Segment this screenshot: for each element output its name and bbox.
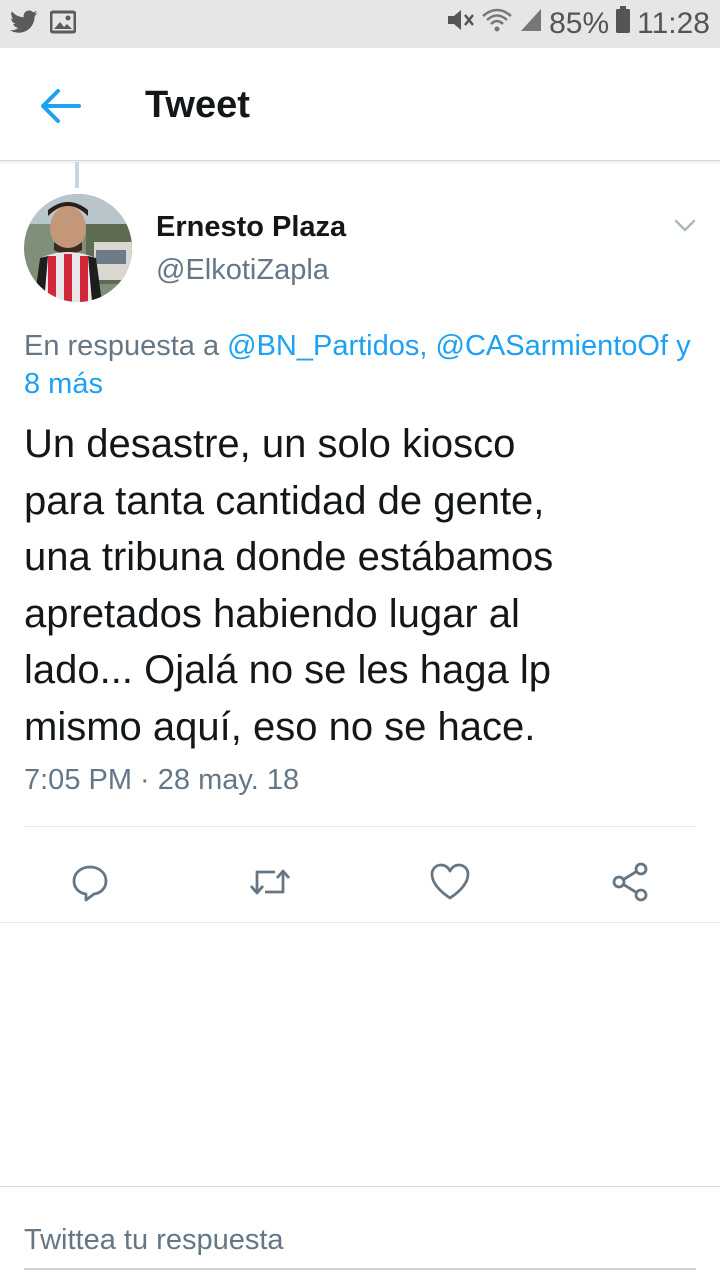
share-button[interactable] bbox=[600, 852, 660, 912]
status-bar-right: 85% 11:28 bbox=[445, 6, 710, 42]
reply-icon bbox=[72, 865, 108, 902]
reply-input[interactable] bbox=[24, 1212, 696, 1270]
avatar[interactable] bbox=[24, 194, 132, 302]
avatar-photo bbox=[24, 194, 132, 302]
back-arrow-icon bbox=[41, 89, 81, 123]
retweet-button[interactable] bbox=[240, 852, 300, 912]
tweet-text-line: mismo aquí, eso no se hace. bbox=[24, 704, 536, 749]
tweet-actions bbox=[0, 840, 720, 912]
divider bbox=[0, 922, 720, 923]
more-mentions-link[interactable]: 8 más bbox=[24, 368, 103, 400]
mute-icon bbox=[445, 6, 475, 42]
thread-connector bbox=[75, 162, 79, 188]
author-handle[interactable]: @ElkotiZapla bbox=[156, 254, 329, 287]
image-icon bbox=[49, 10, 77, 39]
tweet-text-line: para tanta cantidad de gente, bbox=[24, 478, 545, 523]
tweet-text-line: una tribuna donde estábamos bbox=[24, 535, 554, 579]
twitter-icon bbox=[10, 9, 38, 39]
tweet-text-line: lado... Ojalá no se les haga lp bbox=[24, 648, 552, 692]
like-button[interactable] bbox=[420, 852, 480, 912]
battery-icon bbox=[615, 6, 631, 42]
chevron-down-icon bbox=[674, 219, 696, 232]
tweet-text-line: Un desastre, un solo kiosco bbox=[24, 422, 516, 466]
reply-context: En respuesta a @BN_Partidos, @CASarmient… bbox=[24, 327, 704, 403]
signal-icon bbox=[519, 7, 543, 41]
status-bar: 85% 11:28 bbox=[0, 0, 720, 48]
like-icon bbox=[430, 863, 470, 900]
more-options-button[interactable] bbox=[670, 212, 700, 238]
divider bbox=[0, 1186, 720, 1187]
page-title: Tweet bbox=[145, 84, 250, 126]
tweet-text-line: apretados habiendo lugar al bbox=[24, 591, 520, 636]
divider bbox=[24, 826, 696, 827]
mention-link-casarmientoof[interactable]: @CASarmientoOf bbox=[436, 330, 669, 362]
retweet-icon bbox=[249, 869, 291, 895]
reply-button[interactable] bbox=[60, 852, 120, 912]
tweet-text: Un desastre, un solo kiosco para tanta c… bbox=[24, 416, 704, 755]
mention-link-bn-partidos[interactable]: @BN_Partidos, bbox=[227, 330, 427, 362]
app-bar: Tweet bbox=[0, 48, 720, 161]
battery-level: 85% bbox=[549, 7, 610, 40]
tweet-timestamp: 7:05 PM · 28 may. 18 bbox=[24, 764, 300, 796]
share-icon bbox=[612, 862, 648, 902]
clock: 11:28 bbox=[637, 7, 710, 40]
wifi-icon bbox=[481, 6, 513, 42]
back-button[interactable] bbox=[30, 78, 90, 134]
reply-suffix[interactable]: y bbox=[668, 330, 691, 362]
author-name[interactable]: Ernesto Plaza bbox=[156, 211, 346, 244]
status-bar-left bbox=[10, 9, 77, 39]
reply-prefix: En respuesta a bbox=[24, 330, 228, 362]
